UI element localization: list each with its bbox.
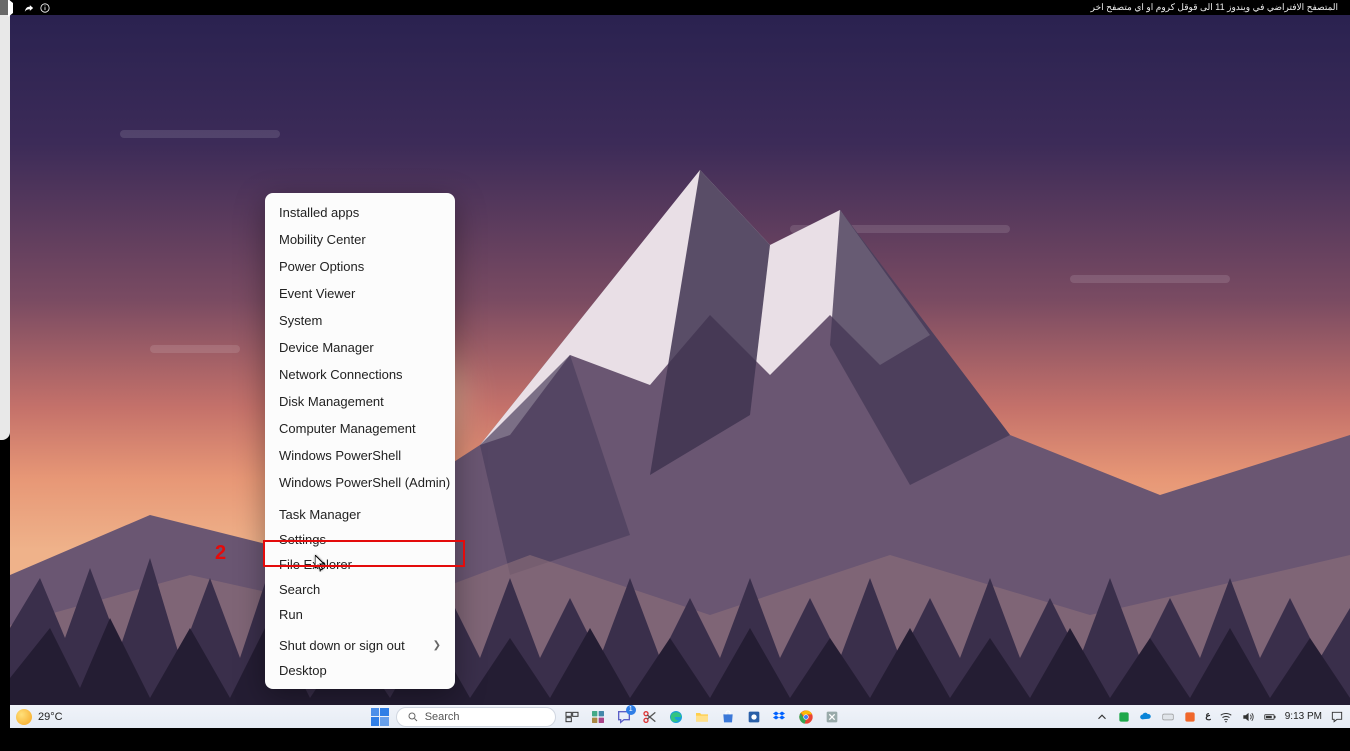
menu-item-label: Event Viewer — [279, 286, 355, 301]
menu-item-label: Computer Management — [279, 421, 416, 436]
menu-item-label: Device Manager — [279, 340, 374, 355]
play-indicator-icon — [8, 3, 18, 13]
menu-item-task-manager[interactable]: Task Manager — [265, 502, 455, 527]
tray-chevron-up-icon[interactable] — [1095, 710, 1109, 724]
dropbox-button[interactable] — [770, 707, 790, 727]
tray-wifi-icon[interactable] — [1219, 710, 1233, 724]
notification-center-button[interactable] — [1330, 710, 1344, 724]
menu-item-windows-powershell-admin[interactable]: Windows PowerShell (Admin) — [265, 469, 455, 496]
store-button[interactable] — [718, 707, 738, 727]
windows-logo-icon — [371, 708, 389, 726]
folder-icon — [694, 709, 710, 725]
menu-item-label: Disk Management — [279, 394, 384, 409]
taskbar-search[interactable]: Search — [396, 707, 556, 727]
edge-button[interactable] — [666, 707, 686, 727]
chrome-icon — [798, 709, 814, 725]
info-icon[interactable] — [40, 3, 50, 13]
tray-wide-icon[interactable] — [1161, 710, 1175, 724]
share-icon[interactable] — [24, 3, 34, 13]
app-icon — [746, 709, 762, 725]
tray-app-green[interactable] — [1117, 710, 1131, 724]
menu-item-windows-powershell[interactable]: Windows PowerShell — [265, 442, 455, 469]
taskbar-weather[interactable]: 29°C — [16, 709, 116, 725]
menu-item-label: Power Options — [279, 259, 364, 274]
menu-item-file-explorer[interactable]: File Explorer — [265, 552, 455, 577]
menu-item-label: Search — [279, 582, 320, 597]
menu-item-label: Task Manager — [279, 507, 361, 522]
menu-item-label: Network Connections — [279, 367, 403, 382]
start-button[interactable] — [370, 707, 390, 727]
wallpaper-trees — [10, 508, 1350, 728]
tray-battery-icon[interactable] — [1263, 710, 1277, 724]
menu-item-label: Shut down or sign out — [279, 638, 405, 653]
weather-sun-icon — [16, 709, 32, 725]
menu-item-desktop[interactable]: Desktop — [265, 658, 455, 683]
scissors-icon — [642, 709, 658, 725]
menu-item-label: Windows PowerShell (Admin) — [279, 475, 450, 490]
search-icon — [407, 711, 419, 723]
winx-context-menu: Installed apps Mobility Center Power Opt… — [265, 193, 455, 689]
task-view-button[interactable] — [562, 707, 582, 727]
menu-item-label: Run — [279, 607, 303, 622]
taskbar-clock[interactable]: 9:13 PM — [1285, 712, 1322, 722]
video-overlay-bar: المتصفح الافتراضي في ويندوز 11 الى قوقل … — [0, 0, 1350, 15]
store-icon — [720, 709, 736, 725]
taskbar-center: Search 1 — [116, 707, 1095, 727]
chrome-button[interactable] — [796, 707, 816, 727]
weather-temp: 29°C — [38, 711, 63, 723]
tray-volume-icon[interactable] — [1241, 710, 1255, 724]
menu-item-system[interactable]: System — [265, 307, 455, 334]
tray-app-orange[interactable] — [1183, 710, 1197, 724]
menu-item-computer-management[interactable]: Computer Management — [265, 415, 455, 442]
chat-button[interactable]: 1 — [614, 707, 634, 727]
menu-item-power-options[interactable]: Power Options — [265, 253, 455, 280]
widgets-icon — [590, 709, 606, 725]
taskbar: 29°C Search 1 — [10, 705, 1350, 728]
task-view-icon — [564, 709, 580, 725]
app-icon — [824, 709, 840, 725]
tray-onedrive-icon[interactable] — [1139, 710, 1153, 724]
menu-item-event-viewer[interactable]: Event Viewer — [265, 280, 455, 307]
menu-item-installed-apps[interactable]: Installed apps — [265, 199, 455, 226]
menu-item-search[interactable]: Search — [265, 577, 455, 602]
widgets-button[interactable] — [588, 707, 608, 727]
menu-item-disk-management[interactable]: Disk Management — [265, 388, 455, 415]
desktop-screen: Installed apps Mobility Center Power Opt… — [10, 15, 1350, 728]
snipping-tool-button[interactable] — [640, 707, 660, 727]
desktop-wallpaper — [10, 15, 1350, 728]
edge-icon — [668, 709, 684, 725]
menu-item-settings[interactable]: Settings — [265, 527, 455, 552]
menu-item-shutdown-signout[interactable]: Shut down or sign out ❯ — [265, 633, 455, 658]
chat-badge: 1 — [626, 705, 636, 715]
menu-item-device-manager[interactable]: Device Manager — [265, 334, 455, 361]
file-explorer-button[interactable] — [692, 707, 712, 727]
menu-item-label: System — [279, 313, 322, 328]
menu-item-label: Windows PowerShell — [279, 448, 401, 463]
left-drawer-handle[interactable] — [0, 0, 10, 440]
search-placeholder: Search — [425, 711, 460, 723]
menu-item-label: Mobility Center — [279, 232, 366, 247]
menu-item-label: Settings — [279, 532, 326, 547]
menu-item-network-connections[interactable]: Network Connections — [265, 361, 455, 388]
chevron-right-icon: ❯ — [433, 640, 441, 651]
tray-language-icon[interactable]: ع — [1205, 710, 1210, 724]
dropbox-icon — [772, 709, 788, 725]
clock-time: 9:13 PM — [1285, 712, 1322, 722]
menu-item-label: Desktop — [279, 663, 327, 678]
app-button-b[interactable] — [822, 707, 842, 727]
video-title: المتصفح الافتراضي في ويندوز 11 الى قوقل … — [1091, 2, 1342, 13]
menu-item-run[interactable]: Run — [265, 602, 455, 627]
menu-item-label: Installed apps — [279, 205, 359, 220]
menu-item-mobility-center[interactable]: Mobility Center — [265, 226, 455, 253]
app-button-a[interactable] — [744, 707, 764, 727]
menu-item-label: File Explorer — [279, 557, 352, 572]
system-tray: ع 9:13 PM — [1095, 710, 1344, 724]
